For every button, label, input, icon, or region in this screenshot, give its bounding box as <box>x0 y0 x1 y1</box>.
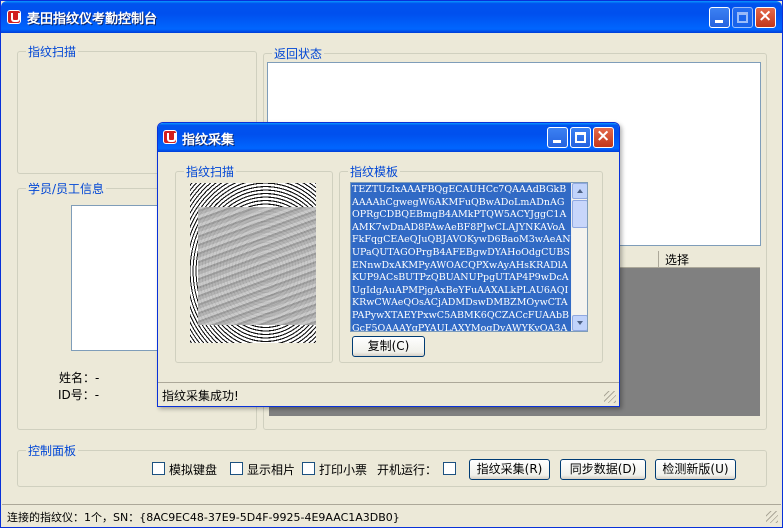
status-group-label: 返回状态 <box>274 47 323 61</box>
resize-grip-icon[interactable] <box>766 511 778 523</box>
close-icon: × <box>758 6 773 26</box>
main-statusbar: 连接的指纹仪：1个，SN：{8AC9EC48-37E9-5D4F-9925-4E… <box>2 504 781 526</box>
dialog-scan-label: 指纹扫描 <box>186 165 235 179</box>
maximize-icon <box>575 132 586 143</box>
dialog-title: 指纹采集 <box>182 133 235 148</box>
show-photo-label: 显示相片 <box>247 463 296 477</box>
fingerprint-overlay <box>198 207 316 325</box>
fingerprint-image <box>190 183 316 343</box>
info-group-label: 学员/员工信息 <box>28 182 105 196</box>
dialog-close-button[interactable]: × <box>593 126 614 148</box>
close-button[interactable]: × <box>755 6 776 28</box>
template-textarea[interactable]: TEZTUzIxAAAFBQgECAUHCc7QAAAdBGkBAAAAhCgw… <box>350 182 588 332</box>
sync-data-button[interactable]: 同步数据(D) <box>560 459 646 480</box>
virtual-keyboard-checkbox[interactable] <box>152 462 165 475</box>
dialog-logo-icon <box>163 130 177 144</box>
capture-button[interactable]: 指纹采集(R) <box>469 459 550 480</box>
template-text: TEZTUzIxAAAFBQgECAUHCc7QAAAdBGkBAAAAhCgw… <box>351 183 572 332</box>
dialog-statusbar: 指纹采集成功! <box>158 382 619 406</box>
virtual-keyboard-label: 模拟键盘 <box>169 463 218 477</box>
template-scrollbar[interactable] <box>571 183 587 331</box>
dialog-minimize-button[interactable] <box>547 127 568 148</box>
close-icon: × <box>596 126 611 146</box>
name-label: 姓名：- <box>59 371 100 385</box>
scan-group-label: 指纹扫描 <box>28 45 77 59</box>
dialog-resize-grip-icon[interactable] <box>604 391 616 403</box>
dialog-status-text: 指纹采集成功! <box>162 389 239 403</box>
autostart-label: 开机运行： <box>377 463 438 477</box>
main-title: 麦田指纹仪考勤控制台 <box>27 12 158 27</box>
column-select[interactable]: 选择 <box>658 251 689 267</box>
minimize-icon <box>553 140 561 143</box>
fingerprint-dialog: 指纹采集 × 指纹扫描 指纹模板 TEZTUzIxAAAFBQgECAUHCc7… <box>157 122 620 407</box>
show-photo-checkbox[interactable] <box>230 462 243 475</box>
control-group-label: 控制面板 <box>28 444 77 458</box>
minimize-button[interactable] <box>709 7 730 28</box>
device-status-text: 连接的指纹仪：1个，SN：{8AC9EC48-37E9-5D4F-9925-4E… <box>7 511 400 524</box>
copy-button[interactable]: 复制(C) <box>352 336 425 357</box>
scroll-down-icon[interactable] <box>572 315 587 331</box>
dialog-maximize-button[interactable] <box>570 127 591 148</box>
autostart-checkbox[interactable] <box>443 462 456 475</box>
template-group-label: 指纹模板 <box>350 165 399 179</box>
minimize-icon <box>715 20 723 23</box>
app-logo-icon <box>7 10 21 24</box>
print-receipt-label: 打印小票 <box>319 463 368 477</box>
maximize-button[interactable] <box>732 7 753 28</box>
maximize-icon <box>737 12 748 23</box>
dialog-titlebar[interactable]: 指纹采集 × <box>158 123 619 152</box>
scroll-thumb[interactable] <box>572 200 587 228</box>
main-titlebar[interactable]: 麦田指纹仪考勤控制台 × <box>1 1 782 33</box>
scroll-up-icon[interactable] <box>572 183 587 199</box>
check-update-button[interactable]: 检测新版(U) <box>655 459 736 480</box>
id-label: ID号：- <box>58 388 100 402</box>
print-receipt-checkbox[interactable] <box>302 462 315 475</box>
